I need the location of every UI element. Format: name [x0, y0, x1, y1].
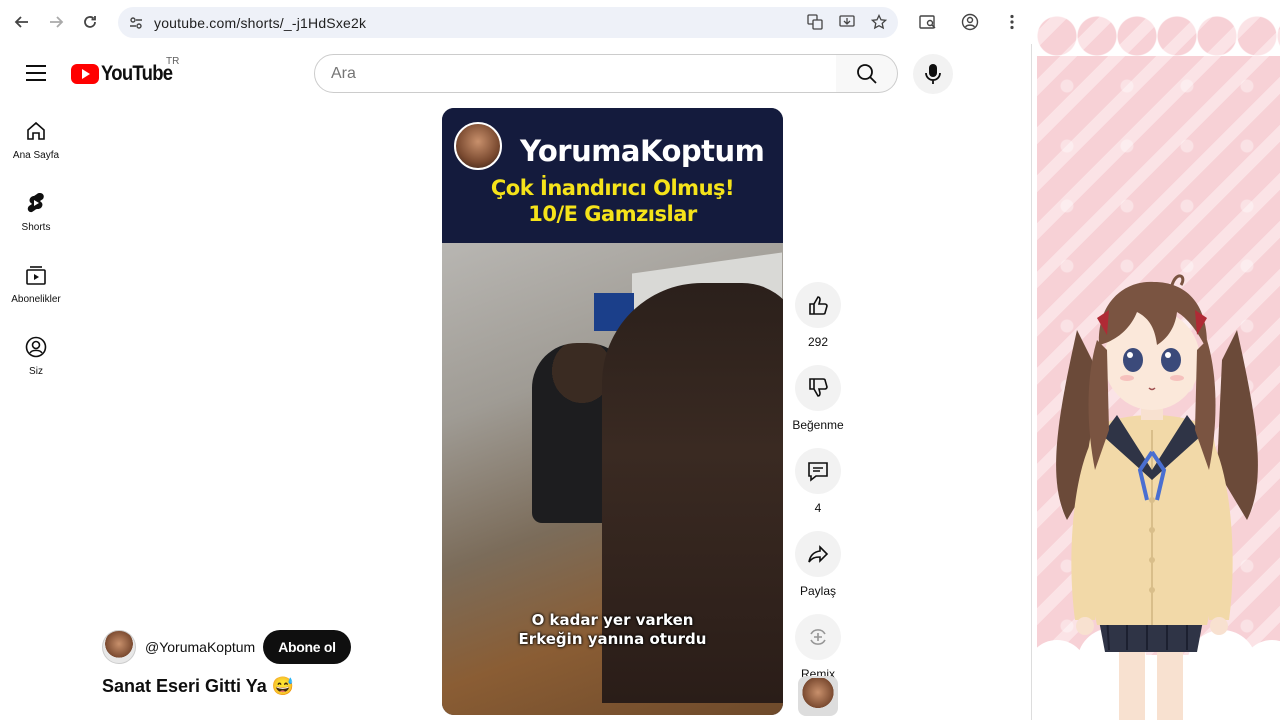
- like-count: 292: [807, 335, 829, 349]
- sidebar-item-label: Shorts: [21, 222, 51, 233]
- subscribe-button[interactable]: Abone ol: [263, 630, 351, 664]
- channel-avatar[interactable]: [102, 630, 136, 664]
- home-icon: [27, 121, 45, 140]
- overlay-caption-line1: Çok İnandırıcı Olmuş!: [490, 176, 735, 200]
- dislike-label: Beğenme: [792, 418, 844, 432]
- youtube-wordmark: YouTube: [101, 62, 173, 85]
- site-info-icon[interactable]: [128, 15, 144, 31]
- search-box: [314, 54, 837, 93]
- voice-search-button[interactable]: [913, 54, 953, 94]
- dislike-action: Beğenme: [792, 365, 844, 432]
- overlay-channel-name: YorumaKoptum: [520, 134, 765, 168]
- comment-count: 4: [814, 501, 822, 515]
- sidebar-item-shorts[interactable]: Shorts: [0, 182, 72, 254]
- sidebar-item-subscriptions[interactable]: Abonelikler: [0, 254, 72, 326]
- comment-action: 4: [795, 448, 841, 515]
- microphone-icon: [925, 64, 941, 84]
- search-button[interactable]: [836, 54, 898, 93]
- sidebar-item-home[interactable]: Ana Sayfa: [0, 110, 72, 182]
- overlay-channel-avatar: [454, 122, 502, 170]
- browser-window: youtube.com/shorts/_-j1HdSxe2k YouTube T…: [0, 0, 1032, 720]
- sidebar-item-you[interactable]: Siz: [0, 326, 72, 398]
- youtube-play-icon: [71, 64, 99, 84]
- share-action: Paylaş: [795, 531, 841, 598]
- address-bar[interactable]: youtube.com/shorts/_-j1HdSxe2k: [118, 7, 898, 38]
- video-frame: O kadar yer varken Erkeğin yanına oturdu: [442, 243, 783, 715]
- channel-handle[interactable]: @YorumaKoptum: [145, 639, 255, 655]
- sidebar: Ana Sayfa Shorts Abonelikler Siz: [0, 110, 72, 398]
- subscriptions-icon: [26, 266, 46, 285]
- share-arrow-icon: [808, 545, 829, 563]
- back-icon[interactable]: [10, 10, 34, 34]
- hamburger-menu-icon[interactable]: [26, 65, 46, 81]
- sidebar-item-label: Ana Sayfa: [12, 150, 60, 161]
- reload-icon[interactable]: [78, 10, 102, 34]
- video-title: Sanat Eseri Gitti Ya 😅: [102, 676, 295, 696]
- profile-icon[interactable]: [960, 12, 980, 32]
- video-overlay-banner: YorumaKoptum Çok İnandırıcı Olmuş! 10/E …: [442, 108, 783, 243]
- search-input[interactable]: [331, 64, 811, 83]
- install-app-icon[interactable]: [838, 13, 856, 31]
- youtube-logo[interactable]: YouTube TR: [71, 56, 182, 86]
- video-metadata: @YorumaKoptum Abone ol Sanat Eseri Gitti…: [102, 630, 351, 697]
- shorts-video-player[interactable]: YorumaKoptum Çok İnandırıcı Olmuş! 10/E …: [442, 108, 783, 715]
- youtube-header: YouTube TR: [0, 48, 1032, 100]
- video-subtitle-line1: O kadar yer varken: [531, 611, 694, 629]
- overlay-caption-line2: 10/E Gamzıslar: [528, 202, 697, 226]
- comment-icon: [808, 462, 828, 482]
- like-button[interactable]: [795, 282, 841, 328]
- remix-icon: [810, 629, 826, 645]
- vtuber-avatar-illustration: [1056, 274, 1258, 720]
- browser-toolbar: youtube.com/shorts/_-j1HdSxe2k: [0, 0, 1032, 44]
- translate-icon[interactable]: [806, 13, 824, 31]
- search-icon: [856, 63, 877, 84]
- share-label: Paylaş: [799, 584, 837, 598]
- forward-icon[interactable]: [44, 10, 68, 34]
- sidebar-item-label: Siz: [29, 366, 43, 377]
- thumbs-down-icon: [809, 378, 828, 397]
- dislike-button[interactable]: [795, 365, 841, 411]
- bookmark-star-icon[interactable]: [870, 13, 888, 31]
- remix-action: Remix: [795, 614, 841, 681]
- remix-button[interactable]: [795, 614, 841, 660]
- sound-thumbnail[interactable]: [798, 676, 838, 716]
- account-icon: [25, 336, 47, 358]
- vtuber-overlay-panel: [1037, 0, 1280, 720]
- region-code: TR: [166, 56, 180, 67]
- tab-search-icon[interactable]: [918, 12, 938, 32]
- sidebar-item-label: Abonelikler: [11, 294, 61, 305]
- action-bar: 292 Beğenme 4 Paylaş Remix: [792, 282, 844, 697]
- share-button[interactable]: [795, 531, 841, 577]
- video-subtitle-line2: Erkeğin yanına oturdu: [518, 630, 707, 648]
- url-text[interactable]: youtube.com/shorts/_-j1HdSxe2k: [154, 15, 366, 31]
- comment-button[interactable]: [795, 448, 841, 494]
- shorts-icon: [27, 193, 44, 213]
- menu-kebab-icon[interactable]: [1002, 12, 1022, 32]
- like-action: 292: [795, 282, 841, 349]
- thumbs-up-icon: [809, 296, 828, 315]
